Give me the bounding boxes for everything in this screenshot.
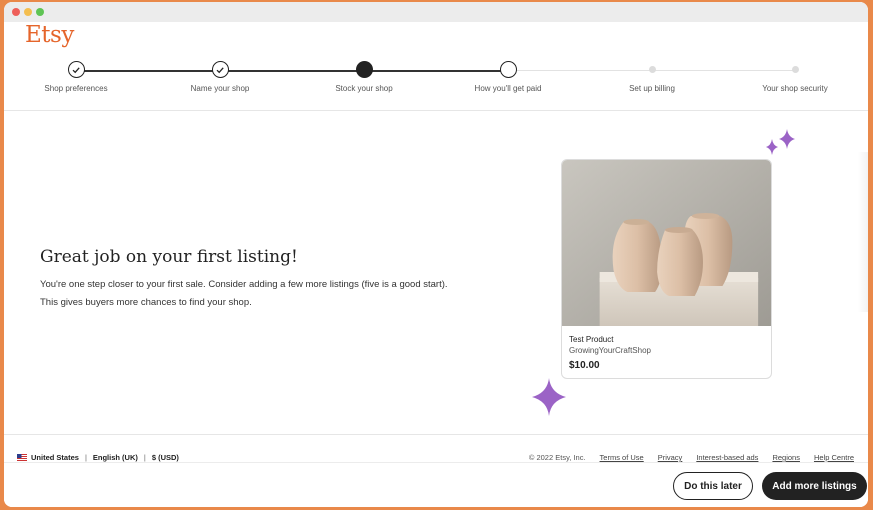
page-headline: Great job on your first listing! [40,247,298,267]
step-next-circle-icon [499,61,517,78]
window-titlebar [4,2,868,22]
footer-link-help-centre[interactable]: Help Centre [814,453,854,462]
footer-divider [4,434,868,435]
listing-card[interactable]: Test Product GrowingYourCraftShop $10.00 [561,159,772,379]
bottom-action-bar: Do this later Add more listings [4,462,868,507]
stepper-progress-line [76,70,508,72]
step-label: Shop preferences [44,84,108,93]
copyright-text: © 2022 Etsy, Inc. [528,453,586,462]
footer-links: © 2022 Etsy, Inc. Terms of Use Privacy I… [529,453,854,462]
step-stock-your-shop[interactable]: Stock your shop [304,58,424,93]
step-label: Name your shop [190,84,250,93]
listing-photo [562,160,771,326]
locale-country: United States [31,453,79,462]
step-label: Set up billing [629,84,675,93]
footer-link-terms[interactable]: Terms of Use [600,453,644,462]
locale-separator: | [143,453,146,462]
step-label: Stock your shop [335,84,393,93]
onboarding-stepper: Shop preferences Name your shop Stock yo… [4,58,868,98]
locale-settings[interactable]: United States | English (UK) | $ (USD) [17,453,179,462]
step-label: How you'll get paid [474,84,542,93]
step-your-shop-security[interactable]: Your shop security [735,58,855,93]
step-pending-dot-icon [648,66,656,73]
header-divider [4,110,868,111]
step-set-up-billing[interactable]: Set up billing [592,58,712,93]
body-text-line-1: You're one step closer to your first sal… [40,279,448,290]
step-label: Your shop security [762,84,828,93]
etsy-logo[interactable]: Etsy [25,22,74,48]
browser-window: Etsy Shop preferences Name your shop Sto… [4,2,868,507]
maximize-window-button[interactable] [36,8,44,16]
step-how-youll-get-paid[interactable]: How you'll get paid [448,58,568,93]
side-panel-edge [858,152,868,312]
sparkle-icon [532,378,566,416]
step-name-your-shop[interactable]: Name your shop [160,58,280,93]
listing-title: Test Product [569,335,614,344]
locale-currency: $ (USD) [151,453,179,462]
close-window-button[interactable] [12,8,20,16]
step-complete-check-icon [211,61,229,78]
footer-link-privacy[interactable]: Privacy [658,453,683,462]
do-this-later-button[interactable]: Do this later [673,472,753,500]
listing-price: $10.00 [569,360,600,371]
add-more-listings-button[interactable]: Add more listings [762,472,867,500]
step-current-dot-icon [355,61,373,78]
listing-shop-name: GrowingYourCraftShop [569,346,651,355]
minimize-window-button[interactable] [24,8,32,16]
step-complete-check-icon [67,61,85,78]
body-text-line-2: This gives buyers more chances to find y… [40,297,252,308]
footer-link-regions[interactable]: Regions [772,453,800,462]
locale-language: English (UK) [92,453,138,462]
sparkle-icon [766,129,795,155]
step-shop-preferences[interactable]: Shop preferences [16,58,136,93]
us-flag-icon [17,454,27,461]
locale-separator: | [84,453,87,462]
step-pending-dot-icon [791,66,799,73]
footer-link-interest-based-ads[interactable]: Interest-based ads [696,453,758,462]
